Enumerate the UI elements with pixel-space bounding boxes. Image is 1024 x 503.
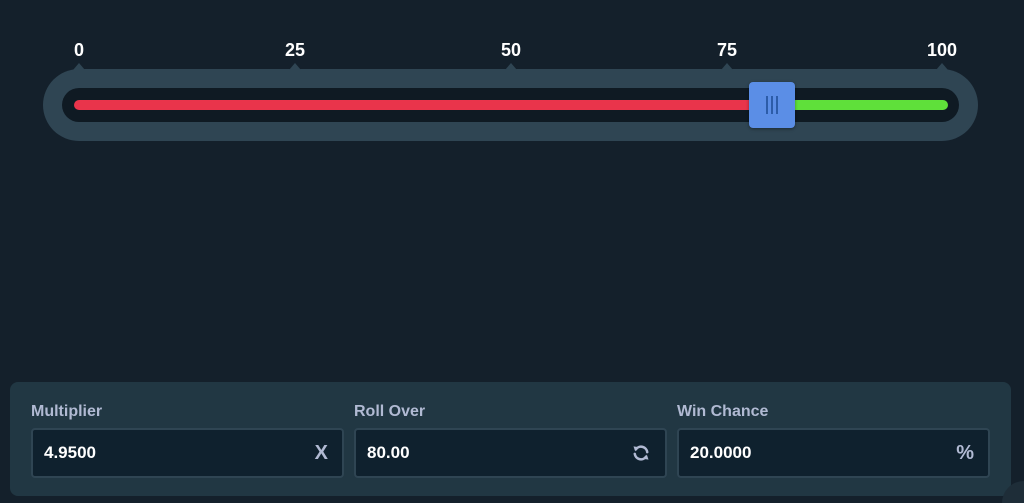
roll-over-input[interactable]: 80.00 [354, 428, 667, 478]
tick-notch-50 [505, 63, 517, 70]
tick-label-0: 0 [73, 40, 85, 60]
multiplier-label: Multiplier [31, 403, 103, 420]
grip-lines-icon [766, 96, 778, 114]
multiplier-x-icon: X [314, 441, 328, 464]
tick-label-100: 100 [926, 40, 958, 60]
win-range-bar[interactable] [770, 100, 948, 110]
roll-over-label: Roll Over [354, 403, 426, 420]
tick-label-25: 25 [284, 40, 306, 60]
tick-notch-100 [936, 63, 948, 70]
win-chance-label: Win Chance [677, 403, 769, 420]
multiplier-group: Multiplier 4.9500 X [31, 402, 344, 478]
win-chance-input[interactable]: 20.0000 % [677, 428, 990, 478]
multiplier-input[interactable]: 4.9500 X [31, 428, 344, 478]
percent-icon: % [956, 441, 974, 464]
bet-settings-panel: Multiplier 4.9500 X Roll Over 80.00 Win … [10, 382, 1011, 496]
tick-notch-0 [73, 63, 85, 70]
slider-scale: 0 25 50 75 100 [0, 40, 1024, 62]
slider-handle[interactable] [749, 82, 795, 128]
lose-range-bar[interactable] [74, 100, 774, 110]
tick-label-75: 75 [716, 40, 738, 60]
win-chance-value[interactable]: 20.0000 [690, 430, 751, 476]
tick-label-50: 50 [500, 40, 522, 60]
tick-notch-75 [721, 63, 733, 70]
refresh-icon[interactable] [631, 430, 651, 476]
roll-over-value[interactable]: 80.00 [367, 430, 410, 476]
tick-notch-25 [289, 63, 301, 70]
multiplier-value[interactable]: 4.9500 [44, 430, 96, 476]
win-chance-group: Win Chance 20.0000 % [677, 402, 990, 478]
roll-over-group: Roll Over 80.00 [354, 402, 667, 478]
